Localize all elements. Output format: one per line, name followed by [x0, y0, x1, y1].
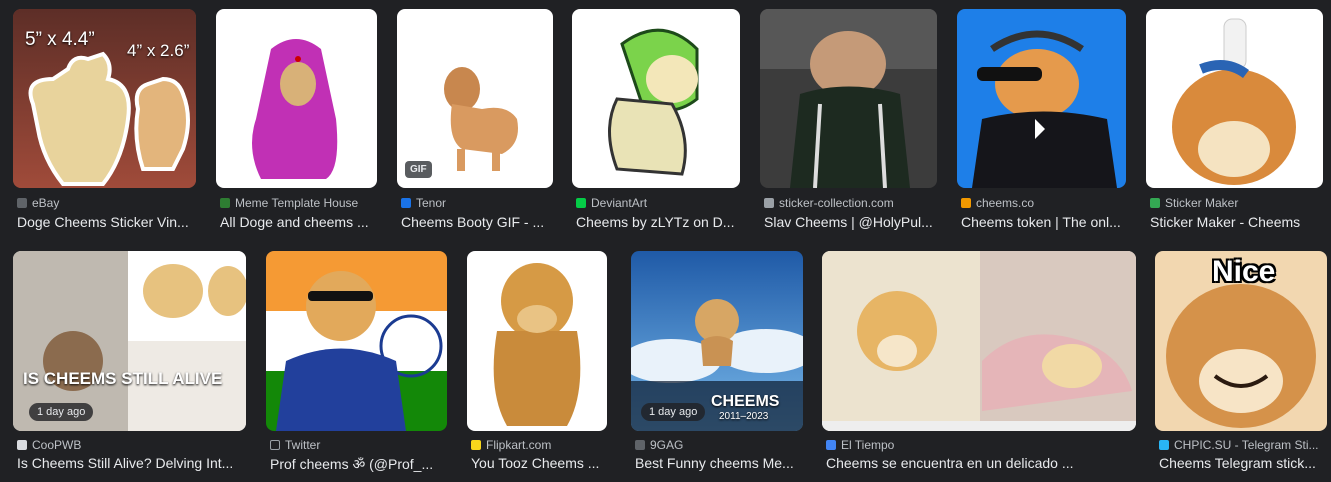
result-source[interactable]: CHPIC.SU - Telegram Sti...: [1159, 438, 1318, 452]
9gag-favicon-icon: [635, 440, 645, 450]
result-thumbnail[interactable]: [467, 251, 607, 431]
tenor-favicon-icon: [401, 198, 411, 208]
result-source[interactable]: Twitter: [270, 438, 320, 452]
result-card[interactable]: Sticker Maker Sticker Maker - Cheems: [1146, 9, 1326, 239]
result-title[interactable]: All Doge and cheems ...: [220, 214, 378, 230]
result-source[interactable]: Meme Template House: [220, 196, 358, 210]
result-card[interactable]: sticker-collection.com Slav Cheems | @Ho…: [760, 9, 940, 239]
result-source[interactable]: 9GAG: [635, 438, 683, 452]
el-tiempo-favicon-icon: [826, 440, 836, 450]
result-title[interactable]: Cheems by zLYTz on D...: [576, 214, 742, 230]
result-title[interactable]: Sticker Maker - Cheems: [1150, 214, 1326, 230]
gif-badge: GIF: [405, 161, 432, 178]
result-thumbnail[interactable]: [572, 9, 740, 188]
cheems-sailor-hat-image: [1146, 9, 1323, 188]
result-thumbnail[interactable]: 5” x 4.4” 4” x 2.6”: [13, 9, 196, 188]
result-source[interactable]: Sticker Maker: [1150, 196, 1238, 210]
thumbnail-caption: IS CHEEMS STILL ALIVE: [23, 369, 223, 388]
meme-template-house-favicon-icon: [220, 198, 230, 208]
cheems-health-news-image: [822, 251, 1136, 431]
x-logo-icon: [270, 440, 280, 450]
result-card[interactable]: GIF Tenor Cheems Booty GIF - ...: [397, 9, 554, 239]
result-source[interactable]: DeviantArt: [576, 196, 647, 210]
result-title[interactable]: Cheems se encuentra en un delicado ...: [826, 455, 1138, 471]
sticker-size-label: 4” x 2.6”: [127, 41, 190, 60]
result-card[interactable]: Nice CHPIC.SU - Telegram Sti... Cheems T…: [1155, 251, 1329, 481]
result-title[interactable]: You Tooz Cheems ...: [471, 455, 610, 471]
result-source[interactable]: sticker-collection.com: [764, 196, 894, 210]
pixel-cheems-frog-hat-image: [572, 9, 740, 188]
result-source[interactable]: CooPWB: [17, 438, 81, 452]
result-title[interactable]: Is Cheems Still Alive? Delving Int...: [17, 455, 249, 471]
result-thumbnail[interactable]: [216, 9, 377, 188]
result-card[interactable]: Twitter Prof cheems ॐ (@Prof_...: [266, 251, 450, 481]
slav-cheems-image: [760, 9, 937, 188]
coopwb-favicon-icon: [17, 440, 27, 450]
deviantart-favicon-icon: [576, 198, 586, 208]
thumbnail-subcaption: 2011–2023: [719, 411, 769, 422]
sticker-collection-favicon-icon: [764, 198, 774, 208]
prof-cheems-india-image: [266, 251, 447, 431]
result-thumbnail[interactable]: Nice: [1155, 251, 1327, 431]
result-source[interactable]: eBay: [17, 196, 59, 210]
thumbnail-caption: CHEEMS: [711, 393, 780, 410]
time-badge: 1 day ago: [29, 403, 94, 421]
result-thumbnail[interactable]: CHEEMS 2011–2023 1 day ago: [631, 251, 803, 431]
result-thumbnail[interactable]: [822, 251, 1136, 431]
cheems-co-favicon-icon: [961, 198, 971, 208]
result-thumbnail[interactable]: GIF: [397, 9, 553, 188]
result-title[interactable]: Slav Cheems | @HolyPul...: [764, 214, 940, 230]
result-thumbnail[interactable]: [266, 251, 447, 431]
result-title[interactable]: Doge Cheems Sticker Vin...: [17, 214, 199, 230]
result-card[interactable]: Flipkart.com You Tooz Cheems ...: [467, 251, 610, 481]
result-source[interactable]: Tenor: [401, 196, 446, 210]
result-thumbnail[interactable]: IS CHEEMS STILL ALIVE 1 day ago: [13, 251, 246, 431]
result-thumbnail[interactable]: [760, 9, 937, 188]
result-card[interactable]: cheems.co Cheems token | The onl...: [957, 9, 1129, 239]
result-title[interactable]: Prof cheems ॐ (@Prof_...: [270, 455, 450, 474]
result-thumbnail[interactable]: [1146, 9, 1323, 188]
youtooz-cheems-figure-image: [467, 251, 607, 431]
result-card[interactable]: 5” x 4.4” 4” x 2.6” eBay Doge Cheems Sti…: [13, 9, 199, 239]
ebay-favicon-icon: [17, 198, 27, 208]
time-badge: 1 day ago: [641, 403, 706, 421]
result-thumbnail[interactable]: [957, 9, 1126, 188]
result-title[interactable]: Cheems Booty GIF - ...: [401, 214, 555, 230]
flipkart-favicon-icon: [471, 440, 481, 450]
result-card[interactable]: Meme Template House All Doge and cheems …: [216, 9, 378, 239]
cheems-token-image: [957, 9, 1126, 188]
result-card[interactable]: CHEEMS 2011–2023 1 day ago 9GAG Best Fun…: [631, 251, 805, 481]
result-title[interactable]: Best Funny cheems Me...: [635, 455, 805, 471]
result-card[interactable]: El Tiempo Cheems se encuentra en un deli…: [822, 251, 1138, 481]
chpic-su-favicon-icon: [1159, 440, 1169, 450]
doge-in-saree-image: [216, 9, 377, 188]
result-title[interactable]: Cheems Telegram stick...: [1159, 455, 1329, 471]
sticker-size-label: 5” x 4.4”: [25, 29, 95, 50]
result-source[interactable]: Flipkart.com: [471, 438, 551, 452]
result-title[interactable]: Cheems token | The onl...: [961, 214, 1129, 230]
sticker-maker-favicon-icon: [1150, 198, 1160, 208]
result-card[interactable]: IS CHEEMS STILL ALIVE 1 day ago CooPWB I…: [13, 251, 249, 481]
result-card[interactable]: DeviantArt Cheems by zLYTz on D...: [572, 9, 742, 239]
thumbnail-caption: Nice: [1212, 255, 1276, 288]
result-source[interactable]: cheems.co: [961, 196, 1034, 210]
result-source[interactable]: El Tiempo: [826, 438, 894, 452]
